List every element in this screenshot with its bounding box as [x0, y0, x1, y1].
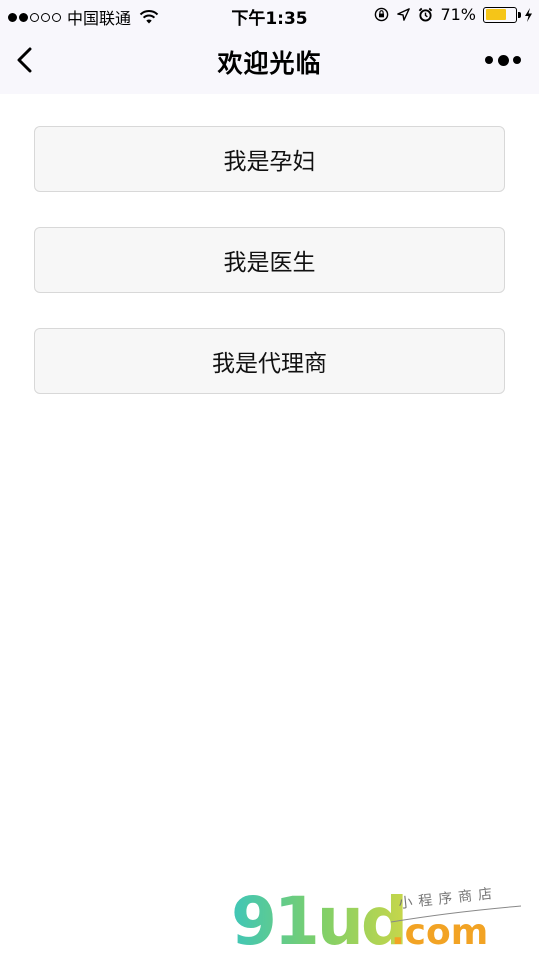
navigation-bar: 欢迎光临 — [0, 30, 539, 94]
agent-button[interactable]: 我是代理商 — [34, 328, 505, 394]
status-bar: 中国联通 下午1:35 71% — [0, 0, 539, 30]
battery-tip — [518, 11, 521, 18]
page-title: 欢迎光临 — [217, 49, 322, 78]
battery-percent: 71% — [440, 5, 476, 24]
status-right: 71% — [374, 5, 533, 24]
more-dot — [485, 56, 493, 64]
page: 中国联通 下午1:35 71% 欢迎光临 我是孕妇 我是医生 我是代理商 91u… — [0, 0, 539, 960]
rotation-lock-icon — [375, 7, 389, 22]
doctor-button[interactable]: 我是医生 — [34, 227, 505, 293]
role-list: 我是孕妇 我是医生 我是代理商 — [34, 126, 505, 429]
location-arrow-icon — [397, 8, 411, 21]
charging-bolt-icon — [525, 7, 532, 22]
svg-text:.com: .com — [391, 912, 488, 953]
more-dot — [497, 54, 509, 66]
more-button[interactable] — [485, 50, 521, 70]
pregnant-woman-button[interactable]: 我是孕妇 — [34, 126, 505, 192]
battery-fill — [485, 9, 507, 20]
svg-text:91ud: 91ud — [231, 886, 405, 956]
svg-text:小程序商店: 小程序商店 — [398, 886, 499, 912]
alarm-icon — [419, 7, 433, 22]
watermark-logo: 91ud .com 小程序商店 — [231, 886, 522, 956]
battery-icon — [483, 6, 521, 23]
more-dot — [513, 56, 521, 64]
